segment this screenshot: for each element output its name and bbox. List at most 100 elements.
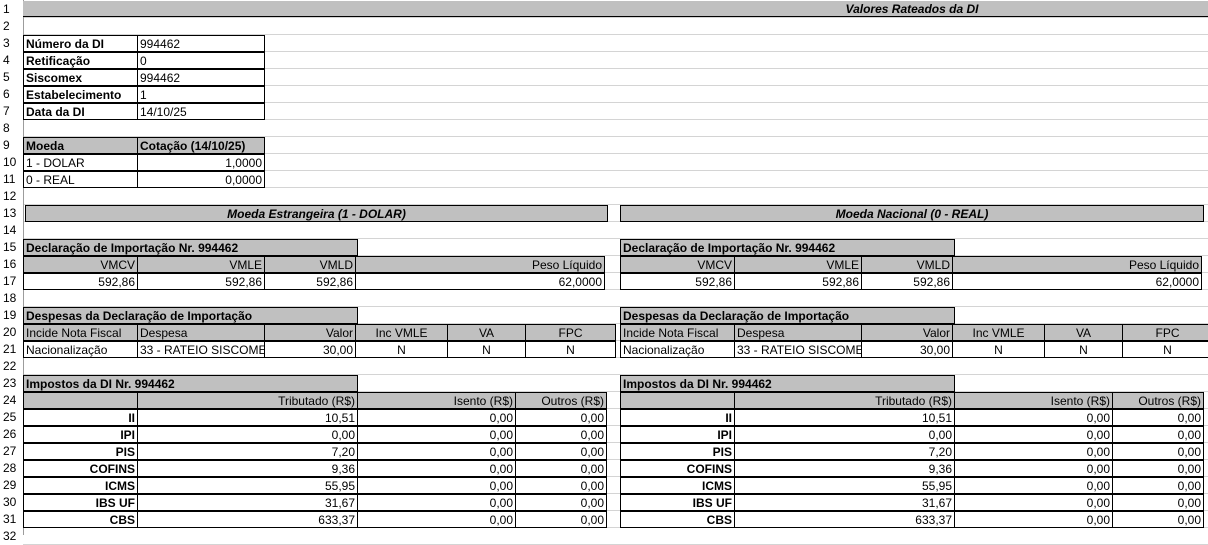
imposto-outros[interactable]: 0,00 [1112,511,1204,528]
imposto-tributado[interactable]: 55,95 [137,477,358,494]
despesa-value[interactable]: N [1122,341,1208,358]
despesa-column-header[interactable]: Incide Nota Fiscal [620,324,735,341]
despesa-column-header[interactable]: FPC [525,324,616,341]
imposto-name[interactable]: ICMS [23,477,138,494]
imposto-isento[interactable]: 0,00 [954,477,1113,494]
imposto-column-header[interactable]: Isento (R$) [954,392,1113,409]
info-label[interactable]: Siscomex [23,69,138,86]
imposto-name[interactable]: ICMS [620,477,735,494]
imposto-name[interactable]: CBS [620,511,735,528]
imposto-outros[interactable]: 0,00 [515,511,607,528]
di-column-header[interactable]: VMLD [264,256,356,273]
info-label[interactable]: Retificação [23,52,138,69]
di-column-header[interactable]: VMCV [23,256,138,273]
imposto-outros[interactable]: 0,00 [515,409,607,426]
info-label[interactable]: Data da DI [23,103,138,120]
imposto-isento[interactable]: 0,00 [357,409,516,426]
di-value[interactable]: 592,86 [137,273,265,290]
imposto-isento[interactable]: 0,00 [357,477,516,494]
impostos-title[interactable]: Impostos da DI Nr. 994462 [23,375,358,392]
imposto-name[interactable]: IPI [23,426,138,443]
despesa-column-header[interactable]: FPC [1122,324,1208,341]
di-column-header[interactable]: VMLE [137,256,265,273]
imposto-name[interactable]: PIS [23,443,138,460]
despesa-column-header[interactable]: Inc VMLE [952,324,1045,341]
despesa-column-header[interactable]: Despesa [734,324,862,341]
imposto-tributado[interactable]: 7,20 [734,443,955,460]
despesa-value[interactable]: N [525,341,616,358]
imposto-tributado[interactable]: 10,51 [734,409,955,426]
di-column-header[interactable]: Peso Líquido [355,256,605,273]
imposto-name[interactable]: IPI [620,426,735,443]
cotacao-header[interactable]: Cotação (14/10/25) [137,137,265,154]
di-value[interactable]: 592,86 [734,273,862,290]
imposto-name[interactable]: COFINS [620,460,735,477]
imposto-tributado[interactable]: 9,36 [734,460,955,477]
imposto-column-header[interactable]: Isento (R$) [357,392,516,409]
di-title[interactable]: Declaração de Importação Nr. 994462 [620,239,955,256]
imposto-tributado[interactable]: 633,37 [137,511,358,528]
imposto-outros[interactable]: 0,00 [1112,426,1204,443]
despesa-value[interactable]: Nacionalização [23,341,138,358]
imposto-outros[interactable]: 0,00 [515,426,607,443]
di-column-header[interactable]: Peso Líquido [952,256,1202,273]
moeda-cotacao[interactable]: 0,0000 [137,171,265,188]
imposto-name[interactable]: COFINS [23,460,138,477]
imposto-isento[interactable]: 0,00 [954,426,1113,443]
imposto-outros[interactable]: 0,00 [1112,443,1204,460]
imposto-tributado[interactable]: 9,36 [137,460,358,477]
imposto-outros[interactable]: 0,00 [1112,477,1204,494]
di-title[interactable]: Declaração de Importação Nr. 994462 [23,239,358,256]
imposto-name[interactable]: IBS UF [23,494,138,511]
despesa-value[interactable]: 30,00 [264,341,356,358]
despesa-column-header[interactable]: Incide Nota Fiscal [23,324,138,341]
imposto-outros[interactable]: 0,00 [1112,460,1204,477]
imposto-isento[interactable]: 0,00 [357,460,516,477]
imposto-name[interactable]: IBS UF [620,494,735,511]
imposto-name[interactable]: II [23,409,138,426]
di-value[interactable]: 62,0000 [355,273,605,290]
info-value[interactable]: 0 [137,52,265,69]
despesa-column-header[interactable]: Inc VMLE [355,324,448,341]
imposto-tributado[interactable]: 0,00 [734,426,955,443]
moeda-header[interactable]: Moeda [23,137,138,154]
di-value[interactable]: 592,86 [23,273,138,290]
imposto-outros[interactable]: 0,00 [1112,409,1204,426]
despesa-column-header[interactable]: Despesa [137,324,265,341]
di-column-header[interactable]: VMCV [620,256,735,273]
imposto-outros[interactable]: 0,00 [1112,494,1204,511]
imposto-tributado[interactable]: 31,67 [734,494,955,511]
despesa-value[interactable]: 30,00 [861,341,953,358]
despesa-value[interactable]: 33 - RATEIO SISCOMEX [734,341,862,358]
despesa-value[interactable]: 33 - RATEIO SISCOMEX [137,341,265,358]
info-value[interactable]: 994462 [137,69,265,86]
imposto-column-header[interactable]: Tributado (R$) [734,392,955,409]
despesas-title[interactable]: Despesas da Declaração de Importação [620,307,955,324]
despesa-column-header[interactable]: Valor [264,324,356,341]
imposto-tributado[interactable]: 7,20 [137,443,358,460]
impostos-corner[interactable] [23,392,138,409]
moeda-name[interactable]: 1 - DOLAR [23,154,138,171]
imposto-isento[interactable]: 0,00 [357,511,516,528]
imposto-tributado[interactable]: 55,95 [734,477,955,494]
despesa-value[interactable]: N [1044,341,1123,358]
imposto-isento[interactable]: 0,00 [954,443,1113,460]
despesa-column-header[interactable]: VA [1044,324,1123,341]
imposto-tributado[interactable]: 31,67 [137,494,358,511]
imposto-column-header[interactable]: Tributado (R$) [137,392,358,409]
di-value[interactable]: 592,86 [861,273,953,290]
di-column-header[interactable]: VMLE [734,256,862,273]
moeda-cotacao[interactable]: 1,0000 [137,154,265,171]
imposto-isento[interactable]: 0,00 [357,494,516,511]
despesa-value[interactable]: N [447,341,526,358]
di-value[interactable]: 592,86 [620,273,735,290]
info-value[interactable]: 14/10/25 [137,103,265,120]
despesas-title[interactable]: Despesas da Declaração de Importação [23,307,358,324]
di-column-header[interactable]: VMLD [861,256,953,273]
imposto-outros[interactable]: 0,00 [515,477,607,494]
impostos-corner[interactable] [620,392,735,409]
imposto-isento[interactable]: 0,00 [954,460,1113,477]
moeda-name[interactable]: 0 - REAL [23,171,138,188]
info-value[interactable]: 994462 [137,35,265,52]
despesa-column-header[interactable]: VA [447,324,526,341]
